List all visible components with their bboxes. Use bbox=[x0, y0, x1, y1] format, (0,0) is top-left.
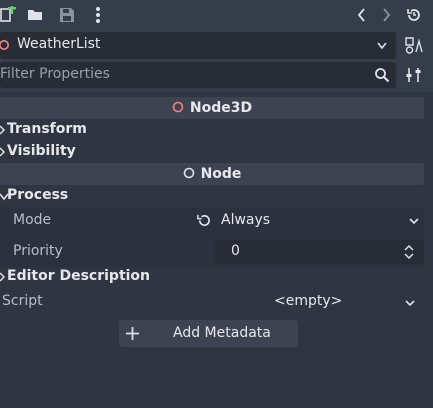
filter-placeholder: Filter Properties bbox=[0, 66, 110, 82]
mode-dropdown[interactable]: Always bbox=[215, 209, 424, 233]
script-resource-picker[interactable]: <empty> bbox=[215, 290, 424, 314]
category-node3d-title: Node3D bbox=[189, 100, 253, 116]
node3d-icon bbox=[172, 101, 184, 113]
search-icon bbox=[375, 68, 390, 83]
spin-arrows-icon[interactable] bbox=[403, 244, 415, 260]
revert-icon[interactable] bbox=[196, 213, 211, 228]
add-metadata-label: Add Metadata bbox=[173, 325, 271, 341]
node-icon bbox=[0, 40, 9, 50]
chevron-down-icon bbox=[377, 42, 387, 50]
priority-value: 0 bbox=[231, 243, 240, 259]
expand-arrow-icon bbox=[0, 147, 5, 157]
add-metadata-button[interactable]: Add Metadata bbox=[119, 320, 298, 347]
chevron-down-icon bbox=[405, 300, 415, 307]
script-label: Script bbox=[2, 293, 43, 309]
chevron-down-icon bbox=[409, 218, 419, 225]
filter-properties-input[interactable]: Filter Properties bbox=[0, 62, 396, 88]
history-back-icon[interactable] bbox=[353, 6, 371, 24]
history-icon[interactable] bbox=[405, 6, 423, 24]
section-editor-description[interactable]: Editor Description bbox=[7, 268, 150, 284]
priority-spinbox[interactable]: 0 bbox=[215, 240, 424, 264]
expand-arrow-icon bbox=[0, 272, 5, 282]
section-visibility[interactable]: Visibility bbox=[7, 143, 76, 159]
new-resource-icon[interactable] bbox=[0, 6, 18, 24]
save-icon[interactable] bbox=[58, 6, 76, 24]
object-selector[interactable]: WeatherList bbox=[0, 32, 396, 59]
category-node3d: Node3D bbox=[0, 97, 424, 119]
mode-label: Mode bbox=[13, 212, 52, 228]
category-node-title: Node bbox=[200, 166, 242, 182]
node-class-icon bbox=[183, 167, 194, 179]
mode-value: Always bbox=[221, 212, 271, 228]
section-transform[interactable]: Transform bbox=[7, 121, 87, 137]
object-properties-icon[interactable] bbox=[404, 36, 424, 56]
category-node: Node bbox=[0, 163, 424, 185]
more-options-icon[interactable] bbox=[89, 6, 107, 24]
add-icon bbox=[126, 327, 139, 340]
section-process[interactable]: Process bbox=[7, 187, 68, 203]
object-name: WeatherList bbox=[17, 36, 101, 52]
tool-settings-icon[interactable] bbox=[405, 66, 423, 84]
open-folder-icon[interactable] bbox=[26, 6, 44, 24]
expand-arrow-icon bbox=[0, 125, 5, 135]
history-forward-icon[interactable] bbox=[377, 6, 395, 24]
priority-label: Priority bbox=[13, 243, 63, 259]
script-value: <empty> bbox=[274, 293, 343, 309]
